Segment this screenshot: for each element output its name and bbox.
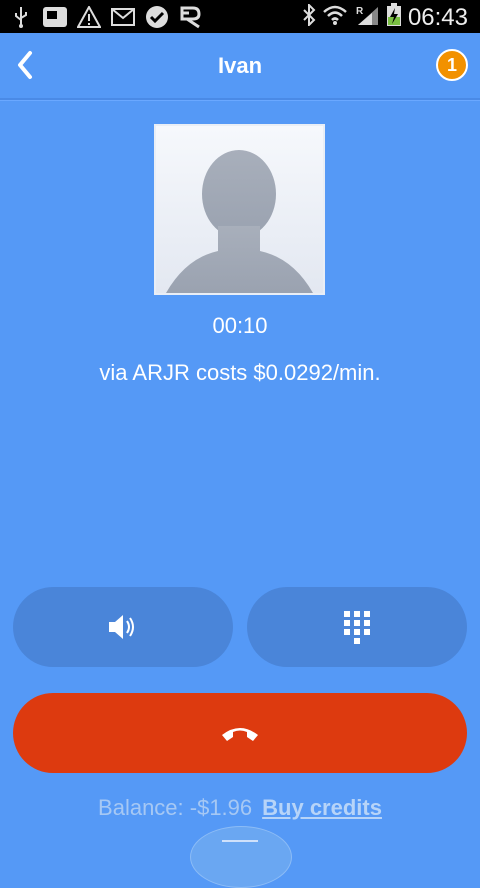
call-header: Ivan 1 [0, 33, 480, 100]
status-time: 06:43 [407, 3, 468, 31]
check-icon [144, 5, 170, 29]
contact-avatar [154, 124, 325, 295]
keypad-icon [344, 611, 370, 644]
warning-icon [76, 5, 102, 29]
mail-icon [110, 5, 136, 29]
speaker-icon [109, 615, 134, 639]
hangup-phone-icon [222, 728, 258, 741]
bottom-drawer-handle[interactable] [190, 826, 292, 888]
call-rate-text: via ARJR costs $0.0292/min. [99, 360, 381, 385]
usb-icon [8, 5, 34, 29]
buy-credits-link[interactable]: Buy credits [262, 795, 382, 820]
screenshot-icon [42, 5, 68, 29]
contact-name: Ivan [217, 53, 263, 78]
battery-charging-icon [386, 3, 402, 32]
wifi-icon [322, 4, 348, 31]
system-icons: R 06:43 [302, 2, 468, 32]
bluetooth-icon [302, 2, 316, 31]
call-timer: 00:10 [212, 313, 268, 338]
drawer-handle-line [222, 840, 258, 842]
signal-roaming-icon: R [354, 4, 380, 31]
app-icon [178, 5, 204, 29]
notification-badge[interactable]: 1 [436, 49, 468, 81]
hangup-button[interactable] [13, 693, 467, 773]
notification-icons [8, 5, 204, 29]
speaker-button[interactable] [13, 587, 233, 667]
default-avatar-icon [166, 150, 313, 293]
balance-text: Balance: -$1.96 [98, 795, 253, 820]
balance-bar: Balance: -$1.96 Buy credits [0, 795, 480, 821]
status-bar: R 06:43 [0, 0, 480, 33]
keypad-button[interactable] [247, 587, 467, 667]
svg-text:R: R [356, 6, 364, 17]
